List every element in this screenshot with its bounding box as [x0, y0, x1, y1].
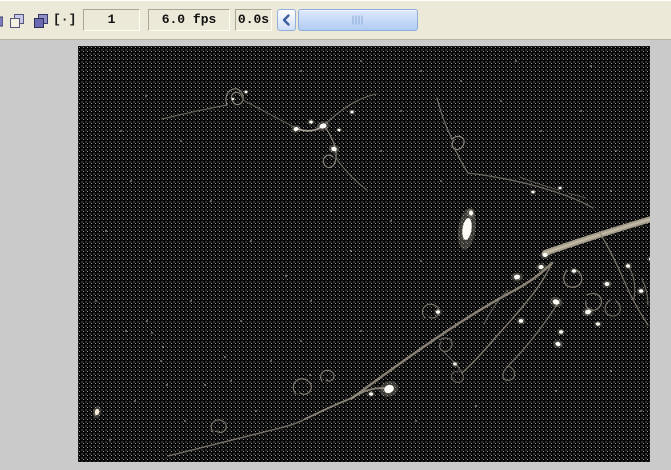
image-viewport[interactable] — [78, 46, 650, 462]
center-point-button[interactable]: [·] — [53, 9, 77, 31]
scrollbar-grip-icon — [352, 15, 364, 25]
cascade-windows-icon — [34, 14, 48, 28]
center-point-icon: [·] — [53, 12, 77, 27]
frame-number-field[interactable]: 1 — [83, 9, 140, 31]
duplicate-view-button[interactable] — [7, 9, 27, 31]
clipped-window-button[interactable] — [0, 9, 5, 31]
fps-field[interactable]: 6.0 fps — [148, 9, 230, 31]
duplicate-view-icon — [10, 14, 24, 28]
timeline-scrollbar-thumb[interactable] — [298, 9, 418, 31]
clipped-window-icon — [0, 16, 3, 27]
time-field[interactable]: 0.0s — [235, 9, 272, 31]
scroll-left-arrow-icon — [282, 14, 290, 26]
content-area — [0, 40, 671, 470]
cascade-windows-button[interactable] — [31, 9, 51, 31]
microscopy-image — [78, 46, 650, 462]
scroll-left-button[interactable] — [277, 9, 296, 31]
toolbar: [·] 1 6.0 fps 0.0s — [0, 0, 671, 39]
